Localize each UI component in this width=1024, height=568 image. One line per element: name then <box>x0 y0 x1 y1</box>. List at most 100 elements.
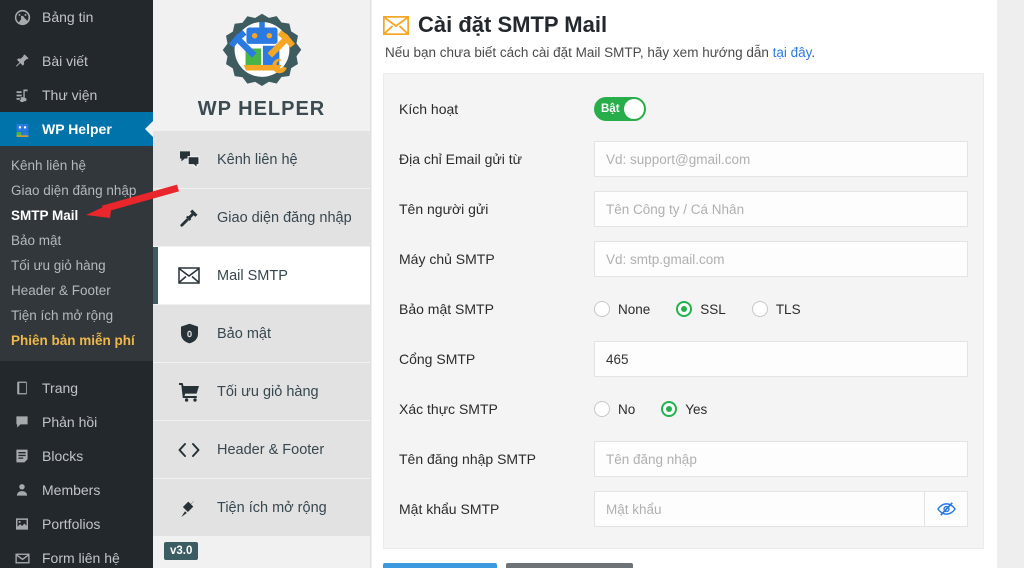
envelope-icon <box>383 15 409 35</box>
guide-link[interactable]: tại đây <box>773 45 812 60</box>
plugin-nav-item-header-footer[interactable]: Header & Footer <box>153 421 370 478</box>
sidebar-item-form-lien-he[interactable]: Form liên hệ <box>0 541 153 568</box>
sidebar-item-label: Bài viết <box>42 53 88 69</box>
radio-circle-selected <box>661 401 678 417</box>
sidebar-item-label: Blocks <box>42 448 84 464</box>
from-email-input[interactable] <box>594 141 968 177</box>
plugin-nav-item-label: Tiện ích mở rộng <box>217 499 327 516</box>
sidebar-item-comments[interactable]: Phản hồi <box>0 405 153 439</box>
enable-toggle[interactable]: Bật <box>594 97 646 121</box>
auth-option-yes[interactable]: Yes <box>661 401 707 417</box>
submenu-item-header-footer[interactable]: Header & Footer <box>0 278 153 303</box>
from-name-label: Tên người gửi <box>399 201 489 217</box>
security-option-label: None <box>618 301 651 317</box>
toggle-knob <box>624 99 644 119</box>
plugin-logo: WP HELPER <box>153 0 370 131</box>
smtp-host-input[interactable] <box>594 241 968 277</box>
from-name-input[interactable] <box>594 191 968 227</box>
page-icon <box>11 378 33 398</box>
sidebar-item-blocks[interactable]: Blocks <box>0 439 153 473</box>
plugin-nav-item-label: Bảo mật <box>217 325 271 342</box>
submenu-item-smtp-mail[interactable]: SMTP Mail <box>0 203 153 228</box>
radio-circle <box>594 401 610 417</box>
submenu-item-phien-ban-mien-phi[interactable]: Phiên bản miễn phí <box>0 328 153 353</box>
wp-helper-submenu: Kênh liên hệ Giao diện đăng nhập SMTP Ma… <box>0 146 153 361</box>
sidebar-item-posts[interactable]: Bài viết <box>0 44 153 78</box>
security-option-none[interactable]: None <box>594 301 650 317</box>
hammer-icon <box>175 208 203 228</box>
form-row-from-email: Địa chỉ Email gửi từ <box>399 134 968 184</box>
comment-icon <box>11 412 33 432</box>
user-icon <box>11 480 33 500</box>
wp-helper-logo-icon <box>222 13 301 86</box>
plugin-nav-item-tien-ich-mo-rong[interactable]: Tiện ích mở rộng <box>153 479 370 536</box>
page-header: Cài đặt SMTP Mail Nếu bạn chưa biết cách… <box>372 0 997 60</box>
page-subtitle: Nếu bạn chưa biết cách cài đặt Mail SMTP… <box>385 45 997 60</box>
plugin-nav-item-kenh-lien-he[interactable]: Kênh liên hệ <box>153 131 370 188</box>
sidebar-item-label: Members <box>42 482 101 498</box>
submenu-item-bao-mat[interactable]: Bảo mật <box>0 228 153 253</box>
port-label: Cổng SMTP <box>399 351 476 367</box>
host-label: Máy chủ SMTP <box>399 251 495 267</box>
submenu-item-tien-ich-mo-rong[interactable]: Tiện ích mở rộng <box>0 303 153 328</box>
smtp-username-input[interactable] <box>594 441 968 477</box>
security-option-ssl[interactable]: SSL <box>676 301 726 317</box>
plugin-nav-item-bao-mat[interactable]: Bảo mật <box>153 305 370 362</box>
eye-slash-icon[interactable] <box>924 491 968 527</box>
auth-label: Xác thực SMTP <box>399 401 498 417</box>
sidebar-item-pages[interactable]: Trang <box>0 371 153 405</box>
auth-option-label: No <box>618 401 636 417</box>
sidebar-item-label: Trang <box>42 380 79 396</box>
password-label: Mật khẩu SMTP <box>399 501 500 517</box>
form-row-username: Tên đăng nhập SMTP <box>399 434 968 484</box>
wp-helper-icon <box>11 119 33 139</box>
password-field-wrapper <box>594 491 968 527</box>
wordpress-admin-sidebar: Bảng tin Bài viết Thư viện WP Helper Kên… <box>0 0 153 568</box>
plugin-nav-item-toi-uu-gio-hang[interactable]: Tối ưu giỏ hàng <box>153 363 370 420</box>
plug-icon <box>175 498 203 518</box>
form-row-password: Mật khẩu SMTP <box>399 484 968 534</box>
test-smtp-button[interactable]: Kiểm tra SMTP <box>505 563 634 568</box>
sidebar-item-members[interactable]: Members <box>0 473 153 507</box>
plugin-nav-item-label: Giao diện đăng nhập <box>217 209 352 226</box>
submenu-item-kenh-lien-he[interactable]: Kênh liên hệ <box>0 153 153 178</box>
page-subtitle-text: Nếu bạn chưa biết cách cài đặt Mail SMTP… <box>385 45 773 60</box>
page-subtitle-suffix: . <box>811 45 816 60</box>
sidebar-item-label: Thư viện <box>42 87 98 103</box>
active-pointer <box>145 121 153 137</box>
sidebar-item-portfolios[interactable]: Portfolios <box>0 507 153 541</box>
sidebar-item-media[interactable]: Thư viện <box>0 78 153 112</box>
security-option-tls[interactable]: TLS <box>751 301 801 317</box>
security-radio-group: None SSL TLS <box>594 301 801 317</box>
security-option-label: TLS <box>775 301 801 317</box>
plugin-nav-item-label: Mail SMTP <box>217 267 288 284</box>
envelope-icon <box>11 548 33 568</box>
plugin-nav-item-giao-dien-dang-nhap[interactable]: Giao diện đăng nhập <box>153 189 370 246</box>
page-title-text: Cài đặt SMTP Mail <box>418 12 608 37</box>
plugin-nav-item-label: Header & Footer <box>217 441 325 458</box>
image-icon <box>11 514 33 534</box>
chat-bubbles-icon <box>175 150 203 169</box>
plugin-nav-item-mail-smtp[interactable]: Mail SMTP <box>153 247 370 304</box>
username-label: Tên đăng nhập SMTP <box>399 451 536 467</box>
form-actions: Lưu thay đổi Kiểm tra SMTP <box>383 563 997 568</box>
submenu-item-giao-dien-dang-nhap[interactable]: Giao diện đăng nhập <box>0 178 153 203</box>
form-row-from-name: Tên người gửi <box>399 184 968 234</box>
dashboard-icon <box>11 7 33 27</box>
auth-radio-group: No Yes <box>594 401 707 417</box>
shield-lock-icon <box>175 323 203 344</box>
smtp-settings-form: Kích hoạt Bật Địa chỉ Email gửi từ Tên n… <box>383 73 984 549</box>
save-button[interactable]: Lưu thay đổi <box>383 563 497 568</box>
auth-option-no[interactable]: No <box>594 401 635 417</box>
plugin-nav-item-label: Tối ưu giỏ hàng <box>217 383 319 400</box>
form-row-auth: Xác thực SMTP No Yes <box>399 384 968 434</box>
sidebar-item-label: WP Helper <box>42 121 112 137</box>
sidebar-item-dashboard[interactable]: Bảng tin <box>0 0 153 34</box>
auth-option-label: Yes <box>685 401 708 417</box>
smtp-password-input[interactable] <box>594 491 924 527</box>
app-root: Bảng tin Bài viết Thư viện WP Helper Kên… <box>0 0 1024 568</box>
sidebar-item-wp-helper[interactable]: WP Helper <box>0 112 153 146</box>
submenu-item-toi-uu-gio-hang[interactable]: Tối ưu giỏ hàng <box>0 253 153 278</box>
smtp-port-input[interactable] <box>594 341 968 377</box>
blocks-icon <box>11 446 33 466</box>
